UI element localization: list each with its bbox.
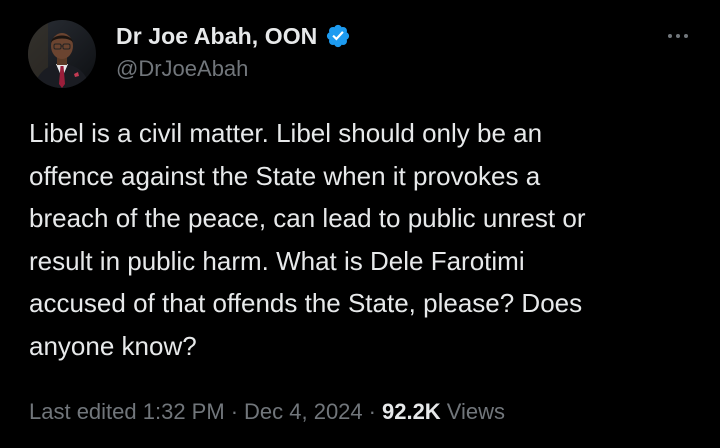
verified-badge-icon[interactable] (325, 23, 351, 49)
tweet-meta: Last edited 1:32 PM · Dec 4, 2024 · 92.2… (29, 394, 505, 430)
separator: · (368, 399, 376, 424)
edited-timestamp[interactable]: Last edited 1:32 PM (29, 399, 225, 425)
author-name-row: Dr Joe Abah, OON (116, 20, 351, 52)
tweet-text-line: breach of the peace, can lead to public … (29, 203, 586, 234)
tweet-text-line: result in public harm. What is Dele Faro… (29, 245, 525, 276)
avatar-image (28, 20, 96, 88)
more-horizontal-icon[interactable] (660, 24, 696, 48)
author-handle[interactable]: @DrJoeAbah (116, 56, 248, 82)
tweet-text-line: accused of that offends the State, pleas… (29, 288, 583, 319)
avatar[interactable] (28, 20, 96, 88)
separator: · (230, 399, 239, 424)
tweet: Dr Joe Abah, OON @DrJoeAbah Libel is a c… (0, 0, 720, 448)
author-display-name[interactable]: Dr Joe Abah, OON (116, 23, 317, 50)
tweet-text-line: anyone know? (29, 330, 197, 361)
views-count[interactable]: 92.2K (382, 399, 447, 425)
views-label[interactable]: Views (447, 399, 505, 425)
tweet-text-line: offence against the State when it provok… (29, 160, 541, 191)
tweet-text: Libel is a civil matter. Libel should on… (29, 112, 699, 368)
dot (676, 34, 680, 38)
dot (684, 34, 688, 38)
tweet-date[interactable]: Dec 4, 2024 (244, 399, 363, 425)
tweet-text-line: Libel is a civil matter. Libel should on… (29, 118, 543, 148)
dot (668, 34, 672, 38)
